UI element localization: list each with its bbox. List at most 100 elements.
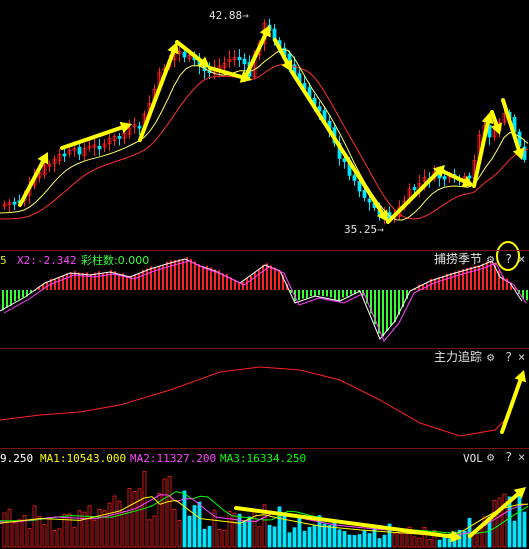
dif-bar	[298, 290, 300, 301]
vol-settings-icon[interactable]: ⚙	[487, 451, 494, 464]
dif-bar	[438, 277, 440, 290]
volume-bar	[92, 519, 97, 548]
volume-bar	[47, 517, 52, 548]
ind1-param-a: 5	[0, 254, 7, 267]
dif-bar	[390, 290, 392, 326]
vol-close-icon[interactable]: ×	[518, 451, 525, 464]
ind2-help-icon[interactable]: ?	[505, 351, 512, 364]
dif-bar	[22, 290, 24, 298]
volume-bar	[437, 539, 442, 548]
ind1-help-icon[interactable]: ?	[505, 253, 512, 266]
dif-bar	[14, 290, 16, 302]
candle-body	[12, 201, 17, 205]
candle-body	[242, 58, 247, 65]
ma-fast-line	[0, 48, 529, 221]
dif-bar	[134, 274, 136, 290]
candle-body	[367, 198, 372, 203]
volume-bar	[427, 539, 432, 548]
dif-bar	[434, 278, 436, 290]
dif-bar	[310, 290, 312, 297]
volume-bar	[492, 500, 497, 548]
ind2-close-icon[interactable]: ×	[518, 351, 525, 364]
volume-bar	[112, 495, 117, 548]
ind1-param-x2: X2:-2.342	[17, 254, 77, 267]
volume-bar	[197, 501, 202, 548]
volume-bar	[517, 491, 522, 548]
dif-bar	[334, 290, 336, 301]
volume-bar	[12, 522, 17, 548]
volume-bar	[217, 529, 222, 548]
ind2-title: 主力追踪	[434, 350, 483, 364]
volume-bar	[272, 526, 277, 548]
volume-bar	[397, 532, 402, 548]
main-force-line	[0, 366, 511, 437]
panel-divider	[0, 348, 529, 349]
dif-bar	[342, 290, 344, 298]
dif-bar	[266, 263, 268, 290]
vol-param-value: 9.250	[0, 452, 34, 465]
volume-bar	[417, 537, 422, 548]
ind1-close-icon[interactable]: ×	[518, 253, 525, 266]
dif-bar	[270, 265, 272, 290]
candle-body	[62, 153, 67, 157]
volume-bar	[522, 511, 527, 548]
dif-bar	[450, 273, 452, 290]
dif-bar	[62, 275, 64, 290]
dif-bar	[442, 275, 444, 290]
dif-bar	[6, 290, 8, 308]
volume-bar	[172, 508, 177, 548]
dif-bar	[118, 274, 120, 290]
volume-bar	[477, 528, 482, 548]
kline-chart[interactable]	[0, 0, 529, 549]
dif-bar	[262, 264, 264, 290]
volume-bar	[357, 534, 362, 548]
panel-divider	[0, 448, 529, 449]
volume-bar	[392, 533, 397, 548]
volume-bar	[52, 529, 57, 548]
volume-bar	[377, 538, 382, 548]
volume-bar	[232, 512, 237, 548]
dif-bar	[190, 258, 192, 290]
volume-bar	[327, 525, 332, 548]
candle-body	[442, 176, 447, 180]
volume-bar	[312, 524, 317, 548]
dif-bar	[274, 267, 276, 290]
vol-help-icon[interactable]: ?	[505, 451, 512, 464]
dif-bar	[214, 269, 216, 290]
annotation-arrow	[60, 121, 132, 150]
vol-param-ma1: MA1:10543.000	[40, 452, 127, 465]
dif-bar	[182, 260, 184, 290]
annotation-arrow	[472, 112, 494, 188]
dif-bar	[10, 290, 12, 306]
dif-bar	[58, 277, 60, 290]
low-price-label: 35.25→	[344, 223, 384, 236]
dif-bar	[166, 261, 168, 290]
volume-bar	[512, 520, 517, 548]
volume-bar	[152, 515, 157, 548]
dif-bar	[66, 273, 68, 290]
ind1-title: 捕捞季节	[434, 252, 483, 266]
vol-title: VOL	[463, 452, 483, 465]
dif-bar	[326, 290, 328, 297]
volume-bar	[32, 505, 37, 548]
ind2-settings-icon[interactable]: ⚙	[487, 351, 494, 364]
dif-bar	[306, 290, 308, 299]
volume-bar	[342, 530, 347, 548]
annotation-arrow	[501, 98, 525, 160]
volume-bar	[497, 497, 502, 548]
dif-bar	[350, 290, 352, 295]
dif-bar	[470, 266, 472, 290]
volume-bar	[202, 528, 207, 548]
ind1-settings-icon[interactable]: ⚙	[487, 253, 494, 266]
volume-bar	[2, 512, 7, 548]
volume-bar	[17, 519, 22, 548]
high-price-label: 42.88→	[209, 9, 249, 22]
dif-bar	[242, 281, 244, 290]
dif-bar	[394, 290, 396, 323]
dif-bar	[150, 266, 152, 290]
dif-bar	[70, 272, 72, 290]
dif-bar	[222, 273, 224, 290]
dif-bar	[458, 270, 460, 290]
volume-bar	[132, 491, 137, 548]
vol-param-ma3: MA3:16334.250	[220, 452, 307, 465]
